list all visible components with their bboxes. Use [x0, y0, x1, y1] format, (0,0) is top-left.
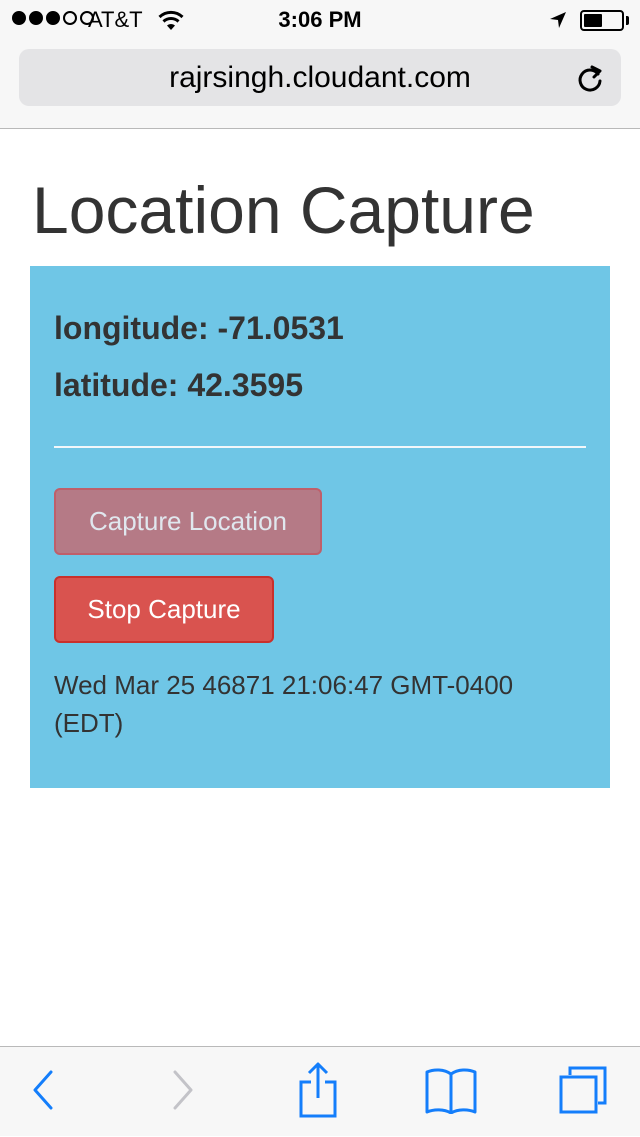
status-time: 3:06 PM	[278, 7, 362, 32]
url-text[interactable]: rajrsingh.cloudant.com	[19, 49, 621, 106]
location-panel: longitude: -71.0531 latitude: 42.3595 Ca…	[30, 266, 610, 788]
capture-location-button[interactable]: Capture Location	[54, 488, 322, 555]
location-arrow-icon	[548, 10, 568, 36]
share-button[interactable]	[278, 1047, 358, 1137]
chevron-right-icon	[171, 1070, 195, 1115]
battery-level	[584, 14, 602, 27]
share-icon	[298, 1062, 338, 1123]
page-title: Location Capture	[32, 173, 535, 247]
reload-icon[interactable]	[575, 62, 605, 99]
back-button[interactable]	[3, 1047, 83, 1137]
stop-capture-button[interactable]: Stop Capture	[54, 576, 274, 643]
address-bar[interactable]: rajrsingh.cloudant.com	[19, 49, 621, 106]
browser-top-chrome: AT&T 3:06 PM rajrsingh.cloudant.com	[0, 0, 640, 129]
browser-bottom-toolbar	[0, 1046, 640, 1136]
latitude-readout: latitude: 42.3595	[54, 367, 303, 403]
book-icon	[424, 1066, 478, 1119]
divider	[54, 446, 586, 448]
longitude-readout: longitude: -71.0531	[54, 310, 344, 346]
tabs-icon	[558, 1065, 608, 1120]
battery-tip	[626, 16, 629, 25]
status-bar: AT&T 3:06 PM	[0, 0, 640, 40]
chevron-left-icon	[31, 1070, 55, 1115]
forward-button[interactable]	[143, 1047, 223, 1137]
battery-icon	[580, 10, 624, 31]
tabs-button[interactable]	[543, 1047, 623, 1137]
bookmarks-button[interactable]	[411, 1047, 491, 1137]
capture-timestamp: Wed Mar 25 46871 21:06:47 GMT-0400 (EDT)	[54, 670, 514, 738]
